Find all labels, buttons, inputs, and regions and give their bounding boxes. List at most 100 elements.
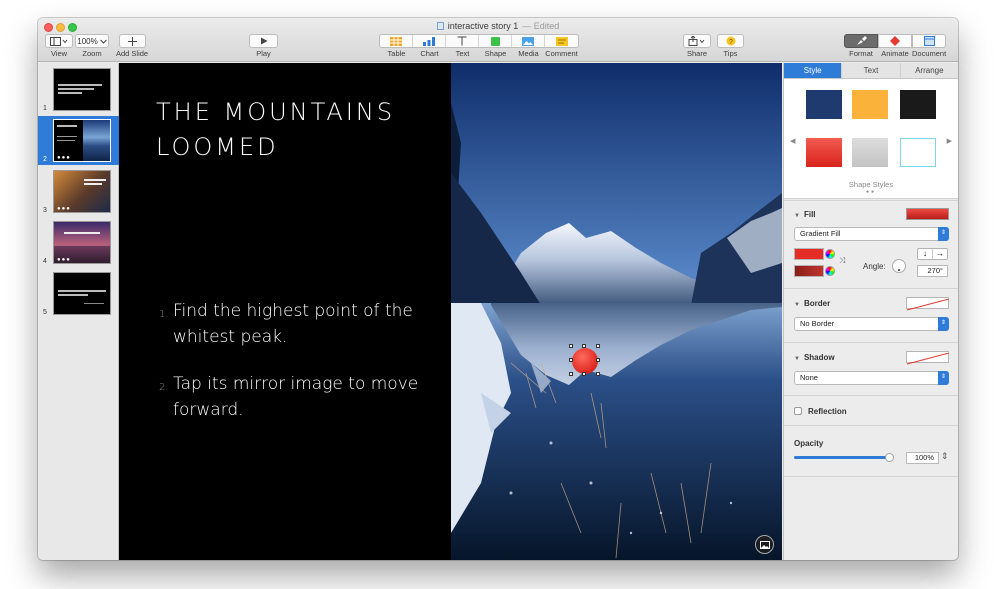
media-placeholder-button[interactable]: [755, 535, 774, 554]
view-icon: [50, 36, 68, 46]
insert-labels: Table Chart Text Shape Media Comment: [380, 48, 578, 58]
fill-type-popup[interactable]: Gradient Fill ⇕: [794, 227, 949, 241]
shape-button[interactable]: [479, 35, 512, 47]
shape-style-black[interactable]: [900, 90, 936, 119]
opacity-field[interactable]: 100%: [906, 452, 939, 464]
gradient-color-b[interactable]: [794, 265, 824, 277]
media-icon: [522, 36, 534, 46]
shadow-section-header[interactable]: ▼ Shadow: [794, 353, 835, 362]
comment-icon: [555, 36, 568, 46]
selection-handle[interactable]: [596, 358, 600, 362]
tips-btn[interactable]: ?: [717, 34, 744, 48]
chevron-left-icon[interactable]: ◀: [790, 137, 795, 145]
shape-icon: [490, 36, 500, 46]
angle-dial[interactable]: [892, 259, 906, 273]
fill-section-header[interactable]: ▼ Fill: [794, 210, 816, 219]
selection-handle[interactable]: [569, 344, 573, 348]
selection-handle[interactable]: [569, 372, 573, 376]
border-color-well[interactable]: [906, 297, 950, 311]
chevron-down-icon: [99, 39, 107, 44]
view-button[interactable]: [45, 34, 73, 48]
share-btn[interactable]: [683, 34, 711, 48]
slide-thumbnail-4[interactable]: 4 ●●●: [38, 218, 119, 267]
thumb-image: ●●●: [53, 221, 111, 264]
tab-text[interactable]: Text: [842, 63, 901, 78]
share-button[interactable]: Share: [683, 34, 711, 58]
selection-handle[interactable]: [569, 358, 573, 362]
arrow-right-icon[interactable]: →: [933, 249, 947, 259]
animate-label: Animate: [881, 49, 909, 58]
view-menu[interactable]: View: [45, 34, 73, 58]
slide-number: 4: [43, 258, 47, 265]
mountain-lake-photo[interactable]: [451, 63, 782, 560]
slide-thumbnail-2[interactable]: 2 ●●●: [38, 116, 119, 165]
text-label: Text: [455, 49, 470, 58]
document-button[interactable]: [912, 34, 946, 48]
media-label: Media: [518, 49, 539, 58]
format-button[interactable]: [844, 34, 878, 48]
play-btn[interactable]: [249, 34, 278, 48]
swap-colors-icon[interactable]: ⤨: [839, 256, 845, 266]
selection-handle[interactable]: [582, 372, 586, 376]
color-wheel-icon[interactable]: [825, 249, 835, 259]
shadow-style-popup[interactable]: None ⇕: [794, 371, 949, 385]
share-icon: [688, 36, 705, 46]
opacity-slider-knob[interactable]: [885, 453, 894, 462]
tab-arrange[interactable]: Arrange: [900, 63, 958, 78]
slide-canvas[interactable]: THE MOUNTAINS LOOMED 1. Find the highest…: [119, 63, 782, 560]
thumb-image: ●●●: [53, 170, 111, 213]
zoom-menu[interactable]: 100% Zoom: [75, 34, 109, 58]
svg-text:?: ?: [729, 39, 733, 46]
arrow-down-icon[interactable]: ↓: [918, 249, 933, 259]
slide-thumbnail-5[interactable]: 5: [38, 269, 119, 318]
table-button[interactable]: [380, 35, 413, 47]
chart-button[interactable]: [413, 35, 446, 47]
bullet-number: 1.: [159, 309, 169, 320]
border-style-popup[interactable]: No Border ⇕: [794, 317, 949, 331]
media-button[interactable]: [512, 35, 545, 47]
shape-style-gray[interactable]: [852, 138, 888, 167]
zoom-value: 100%: [77, 36, 98, 46]
fill-color-well[interactable]: [906, 208, 949, 220]
play-button[interactable]: Play: [249, 34, 278, 58]
slide-thumbnail-1[interactable]: 1: [38, 65, 119, 114]
format-brush-icon: [856, 36, 867, 45]
shadow-style-value: None: [800, 373, 818, 382]
tips-button[interactable]: ? Tips: [717, 34, 744, 58]
keynote-window: interactive story 1— Edited View 100% Zo…: [38, 18, 958, 560]
add-slide-plus[interactable]: [118, 34, 146, 48]
comment-button[interactable]: [545, 35, 578, 47]
shape-style-orange[interactable]: [852, 90, 888, 119]
reflection-checkbox[interactable]: [794, 407, 802, 415]
selection-handle[interactable]: [582, 344, 586, 348]
animate-button[interactable]: [878, 34, 912, 48]
gradient-color-a[interactable]: [794, 248, 824, 260]
text-button[interactable]: [446, 35, 479, 47]
shape-style-navy[interactable]: [806, 90, 842, 119]
tab-style[interactable]: Style: [784, 63, 843, 78]
border-section-header[interactable]: ▼ Border: [794, 299, 830, 308]
color-wheel-icon[interactable]: [825, 266, 835, 276]
animate-diamond-icon: [890, 36, 900, 46]
chevron-right-icon[interactable]: ▶: [947, 137, 952, 145]
slide-title[interactable]: THE MOUNTAINS LOOMED: [156, 95, 446, 165]
stepper-icon[interactable]: ⇕: [941, 451, 949, 462]
add-slide-button[interactable]: Add Slide: [116, 34, 148, 58]
bullet-list[interactable]: 1. Find the highest point of the whitest…: [159, 298, 439, 444]
inspector-segmented-control: [844, 34, 946, 48]
shape-style-white[interactable]: [900, 138, 936, 167]
zoom-popup[interactable]: 100%: [75, 34, 109, 48]
slide-thumbnail-3[interactable]: 3 ●●●: [38, 167, 119, 216]
window-title-text: interactive story 1: [447, 21, 519, 31]
selection-handle[interactable]: [596, 372, 600, 376]
insert-segmented-control: [379, 34, 579, 48]
selection-handle[interactable]: [596, 344, 600, 348]
divider: [784, 342, 958, 343]
play-label: Play: [256, 49, 271, 58]
shadow-color-well[interactable]: [906, 351, 950, 365]
shape-styles-label: Shape Styles: [848, 180, 894, 189]
angle-field[interactable]: 270°: [917, 265, 948, 277]
opacity-slider[interactable]: [794, 456, 890, 459]
text-icon: [457, 36, 467, 46]
shape-style-red[interactable]: [806, 138, 842, 167]
